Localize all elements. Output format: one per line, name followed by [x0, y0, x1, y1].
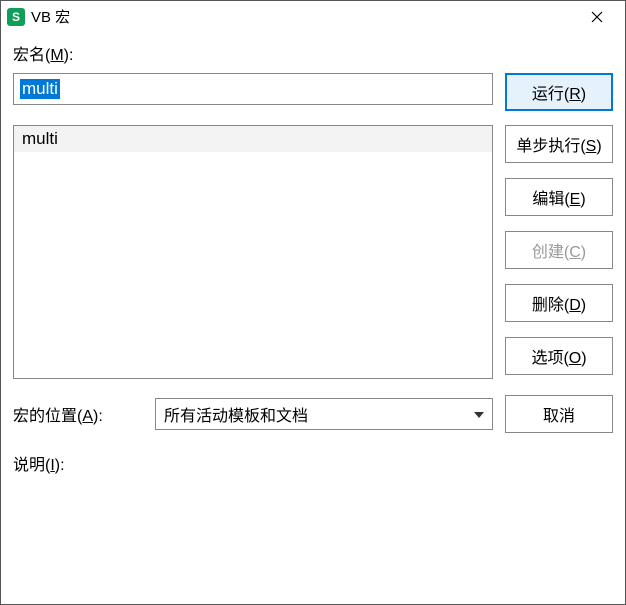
- macro-name-label: 宏名(M):: [13, 37, 613, 69]
- location-select[interactable]: 所有活动模板和文档: [155, 398, 493, 430]
- delete-button[interactable]: 删除(D): [505, 284, 613, 322]
- run-button[interactable]: 运行(R): [505, 73, 613, 111]
- description-label: 说明(I):: [13, 447, 613, 479]
- button-column: 单步执行(S) 编辑(E) 创建(C) 删除(D) 选项(O): [505, 125, 613, 379]
- chevron-down-icon: [474, 405, 484, 423]
- close-icon: [591, 11, 603, 23]
- dialog-window: S VB 宏 宏名(M): multi 运行(R) multi 单步执行(S): [0, 0, 626, 605]
- location-label: 宏的位置(A):: [13, 402, 143, 426]
- titlebar: S VB 宏: [1, 1, 625, 33]
- window-title: VB 宏: [31, 6, 575, 27]
- macro-name-input[interactable]: multi: [13, 73, 493, 105]
- close-button[interactable]: [575, 2, 619, 32]
- step-button[interactable]: 单步执行(S): [505, 125, 613, 163]
- edit-button[interactable]: 编辑(E): [505, 178, 613, 216]
- options-button[interactable]: 选项(O): [505, 337, 613, 375]
- dialog-content: 宏名(M): multi 运行(R) multi 单步执行(S) 编辑(E): [1, 33, 625, 604]
- macro-name-value: multi: [20, 79, 60, 99]
- macro-list[interactable]: multi: [13, 125, 493, 379]
- location-selected-value: 所有活动模板和文档: [164, 402, 308, 426]
- list-item[interactable]: multi: [14, 126, 492, 152]
- cancel-button[interactable]: 取消: [505, 395, 613, 433]
- app-icon: S: [7, 8, 25, 26]
- create-button: 创建(C): [505, 231, 613, 269]
